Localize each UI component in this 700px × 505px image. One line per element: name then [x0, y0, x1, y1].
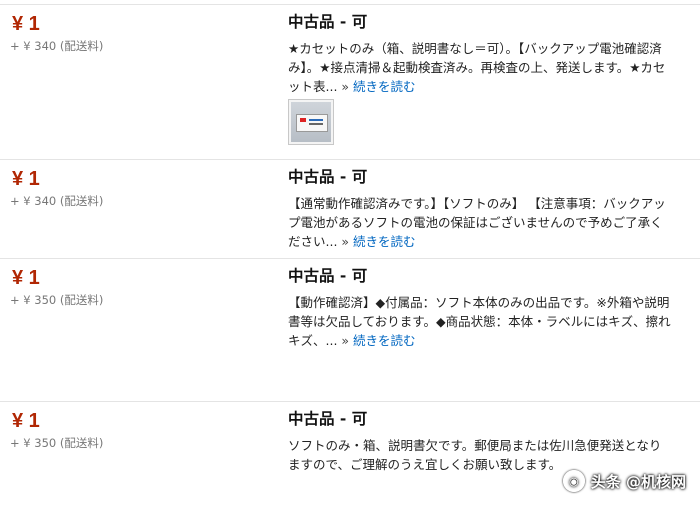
- offer-listing: ¥ 1 + ¥ 340 (配送料) 中古品 - 可 ★カセットのみ（箱、説明書な…: [0, 4, 700, 160]
- cartridge-label-icon: [296, 114, 328, 132]
- more-separator: »: [341, 234, 350, 249]
- shipping-cost: + ¥ 340 (配送料): [10, 194, 103, 208]
- offer-condition: 中古品 - 可: [288, 410, 368, 428]
- offer-condition: 中古品 - 可: [288, 13, 368, 31]
- offer-description: 【動作確認済】◆付属品：ソフト本体のみの出品です。※外箱や説明書等は欠品しており…: [288, 293, 672, 350]
- offer-price: ¥ 1: [12, 168, 40, 190]
- read-more-link[interactable]: 続きを読む: [353, 79, 416, 94]
- shipping-note: (配送料): [59, 436, 104, 450]
- product-thumbnail[interactable]: [288, 99, 334, 145]
- read-more-link[interactable]: 続きを読む: [353, 234, 416, 249]
- offer-listing: ¥ 1 + ¥ 350 (配送料) 中古品 - 可 【動作確認済】◆付属品：ソフ…: [0, 258, 700, 402]
- offer-price: ¥ 1: [12, 267, 40, 289]
- shipping-amount: + ¥ 340: [10, 194, 57, 208]
- shipping-note: (配送料): [59, 39, 104, 53]
- offer-condition: 中古品 - 可: [288, 267, 368, 285]
- offer-description: 【通常動作確認済みです。】【ソフトのみ】 【注意事項：バックアップ電池があるソフ…: [288, 194, 672, 251]
- offer-price: ¥ 1: [12, 410, 40, 432]
- watermark-text: 头条 @机核网: [590, 472, 686, 491]
- more-separator: »: [341, 333, 350, 348]
- shipping-amount: + ¥ 350: [10, 293, 57, 307]
- shipping-amount: + ¥ 340: [10, 39, 57, 53]
- read-more-link[interactable]: 続きを読む: [353, 333, 416, 348]
- shipping-note: (配送料): [59, 293, 104, 307]
- more-separator: »: [341, 79, 350, 94]
- description-text: ソフトのみ・箱、説明書欠です。郵便局または佐川急便発送となりますので、ご理解のう…: [288, 438, 662, 472]
- offer-description: ★カセットのみ（箱、説明書なし＝可）。【バックアップ電池確認済み】。★接点清掃＆…: [288, 39, 672, 96]
- cartridge-thumbnail-icon: [291, 102, 331, 142]
- offer-listing: ¥ 1 + ¥ 340 (配送料) 中古品 - 可 【通常動作確認済みです。】【…: [0, 159, 700, 259]
- shipping-cost: + ¥ 340 (配送料): [10, 39, 103, 53]
- offer-condition: 中古品 - 可: [288, 168, 368, 186]
- offer-price: ¥ 1: [12, 13, 40, 35]
- shipping-cost: + ¥ 350 (配送料): [10, 436, 103, 450]
- shipping-cost: + ¥ 350 (配送料): [10, 293, 103, 307]
- offer-description: ソフトのみ・箱、説明書欠です。郵便局または佐川急便発送となりますので、ご理解のう…: [288, 436, 672, 474]
- shipping-note: (配送料): [59, 194, 104, 208]
- camera-icon: ◉: [562, 470, 585, 492]
- shipping-amount: + ¥ 350: [10, 436, 57, 450]
- watermark: ◉ 头条 @机核网: [562, 470, 686, 492]
